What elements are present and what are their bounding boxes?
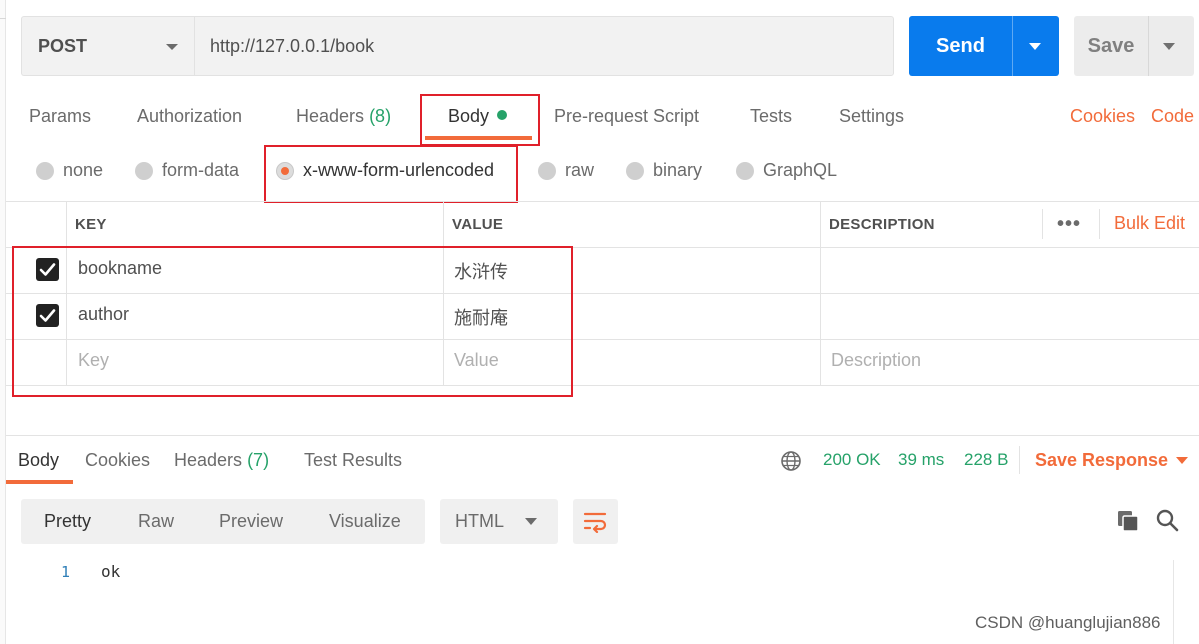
radio-graphql[interactable]: GraphQL [736,160,837,181]
radio-raw-label: raw [565,160,595,180]
response-tab-test-results[interactable]: Test Results [304,450,402,471]
highlight-box-urlencoded [264,145,518,203]
highlight-box-params [12,246,573,397]
radio-form-data-label: form-data [162,160,240,180]
editor-scroll-edge [1173,560,1174,644]
radio-form-data[interactable]: form-data [135,160,239,181]
url-text: http://127.0.0.1/book [210,35,375,56]
watermark: CSDN @huanglujian886 [975,613,1161,632]
response-tab-headers-count: (7) [247,450,270,470]
status-code[interactable]: 200 OK [823,450,881,470]
chevron-down-icon [166,44,178,50]
response-tab-headers-label: Headers [174,450,243,470]
send-button[interactable]: Send [909,16,1012,76]
response-tab-headers[interactable]: Headers (7) [174,450,269,471]
view-mode-group: Pretty Raw Preview Visualize [21,499,425,544]
column-header-description: DESCRIPTION [829,216,935,233]
response-tab-cookies[interactable]: Cookies [85,450,150,471]
save-response-button[interactable]: Save Response [1035,450,1168,471]
method-select[interactable]: POST [21,16,194,76]
send-options-chevron-icon[interactable] [1029,43,1041,50]
tab-headers-label: Headers [296,106,365,126]
column-header-value: VALUE [452,216,504,233]
response-size[interactable]: 228 B [964,450,1008,470]
chevron-down-icon [525,518,537,525]
tab-params[interactable]: Params [29,106,91,127]
save-button[interactable]: Save [1074,16,1148,76]
radio-graphql-label: GraphQL [763,160,838,180]
tab-authorization[interactable]: Authorization [137,106,242,127]
tab-settings[interactable]: Settings [839,106,904,127]
cookies-link[interactable]: Cookies [1070,106,1135,127]
tab-headers[interactable]: Headers (8) [296,106,391,127]
radio-none-label: none [63,160,104,180]
format-select[interactable]: HTML [440,499,558,544]
send-button-group: Send [909,16,1059,76]
highlight-box-body-tab [420,94,540,146]
view-mode-preview[interactable]: Preview [219,511,283,532]
radio-binary[interactable]: binary [626,160,702,181]
view-mode-pretty[interactable]: Pretty [44,511,91,532]
radio-circle [135,161,153,180]
tab-prerequest-script[interactable]: Pre-request Script [554,106,699,127]
radio-circle [736,161,754,180]
bulk-edit-link[interactable]: Bulk Edit [1114,213,1185,234]
code-link[interactable]: Code [1151,106,1194,127]
more-options-icon[interactable]: ••• [1057,213,1081,236]
column-header-key: KEY [75,216,107,233]
radio-circle [36,161,54,180]
left-edge-strip [0,0,6,644]
radio-circle [538,161,556,180]
save-options-chevron-icon[interactable] [1163,43,1175,50]
radio-binary-label: binary [653,160,703,180]
format-label: HTML [455,511,504,531]
radio-raw[interactable]: raw [538,160,594,181]
save-response-chevron-icon[interactable] [1176,457,1188,464]
wrap-lines-button[interactable] [573,499,618,544]
copy-icon[interactable] [1116,509,1140,533]
wrap-lines-icon [583,512,607,533]
url-input[interactable]: http://127.0.0.1/book [194,16,894,76]
search-icon[interactable] [1155,508,1179,532]
globe-icon[interactable] [780,450,802,472]
line-number: 1 [61,563,71,581]
new-description-input[interactable]: Description [831,350,921,371]
method-label: POST [38,35,88,56]
view-mode-raw[interactable]: Raw [138,511,174,532]
save-button-group: Save [1074,16,1194,76]
response-tab-body-indicator [6,480,73,484]
radio-none[interactable]: none [36,160,103,181]
view-mode-visualize[interactable]: Visualize [329,511,401,532]
response-body-text: ok [101,562,121,581]
tab-tests[interactable]: Tests [750,106,792,127]
response-tab-body[interactable]: Body [18,450,59,471]
tab-headers-count: (8) [369,106,392,126]
radio-circle [626,161,644,180]
response-time[interactable]: 39 ms [898,450,944,470]
